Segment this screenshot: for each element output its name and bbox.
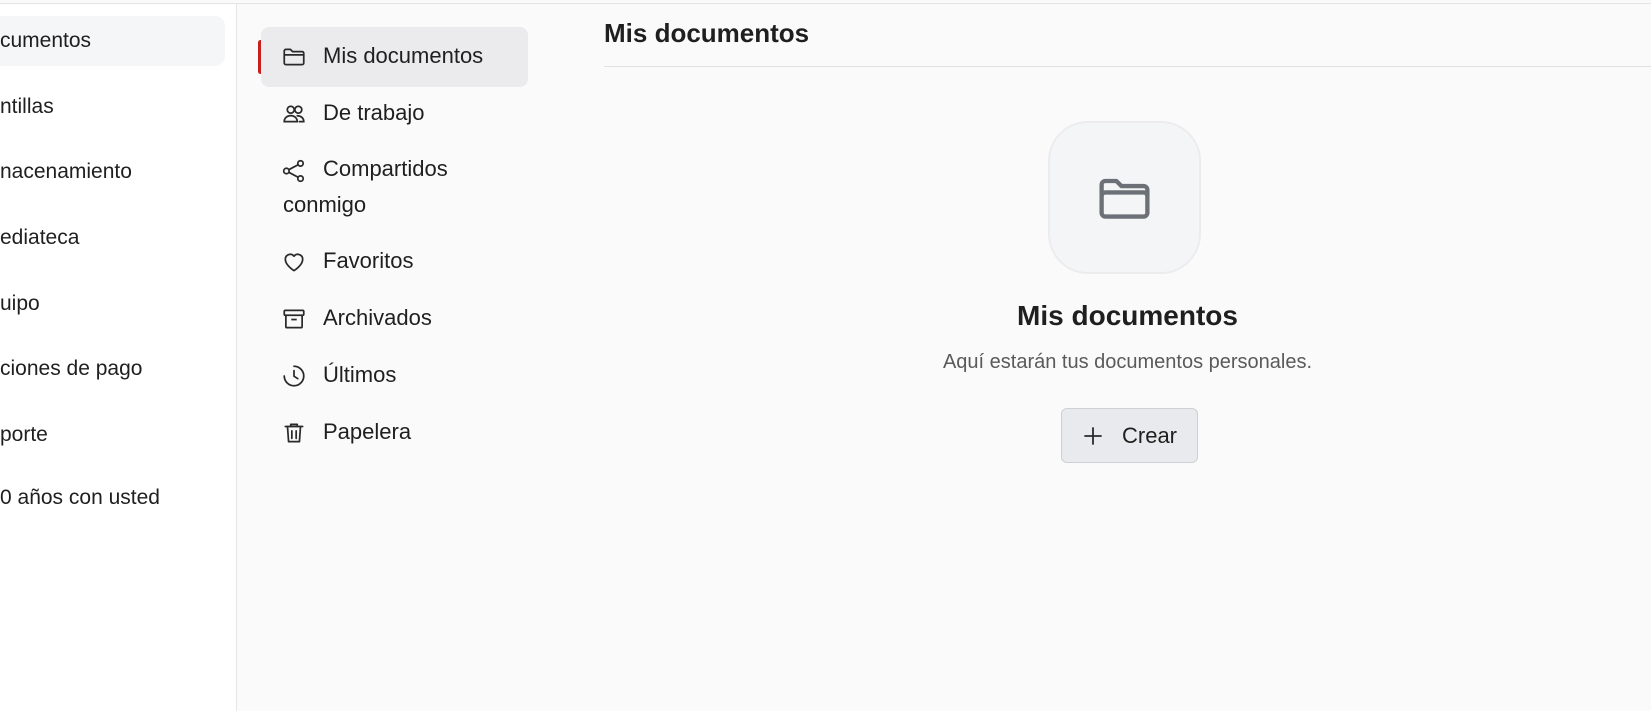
main-nav-label: uipo — [0, 292, 40, 315]
main-nav-label: nacenamiento — [0, 160, 132, 183]
clock-icon — [283, 365, 305, 387]
main-nav-support[interactable]: porte — [0, 410, 225, 460]
sidebar-item-label: Archivados — [323, 305, 432, 330]
main-sidebar: cumentos ntillas nacenamiento ediateca u… — [0, 4, 237, 711]
main-nav-anniversary[interactable]: 0 años con usted — [0, 473, 225, 523]
sidebar-item-label: De trabajo — [323, 100, 425, 125]
empty-state-icon-box — [1048, 121, 1201, 274]
main-nav-templates[interactable]: ntillas — [0, 82, 225, 132]
sidebar-item-label: Últimos — [323, 362, 397, 387]
main-nav-documents[interactable]: cumentos — [0, 16, 225, 66]
plus-icon — [1084, 427, 1102, 445]
sidebar-item-shared[interactable]: Compartidos conmigo — [261, 141, 528, 221]
main-nav-label: ntillas — [0, 95, 54, 118]
trash-icon — [284, 423, 304, 443]
sidebar-item-work[interactable]: De trabajo — [261, 84, 528, 142]
sidebar-item-trash[interactable]: Papelera — [261, 403, 528, 461]
create-button-label: Crear — [1122, 423, 1178, 448]
sidebar-item-label: Compartidos conmigo — [283, 156, 448, 217]
main-nav-label: cumentos — [0, 29, 92, 52]
title-divider — [604, 66, 1651, 67]
page-title: Mis documentos — [604, 18, 810, 48]
main-content: Mis documentos Mis documentos Aquí estar… — [604, 4, 1651, 711]
empty-state-title: Mis documentos — [1017, 300, 1238, 331]
folder-open-icon — [1099, 178, 1150, 219]
empty-state-subtitle: Aquí estarán tus documentos personales. — [942, 351, 1313, 373]
main-nav-team[interactable]: uipo — [0, 279, 225, 329]
folder-icon — [283, 48, 305, 66]
sidebar-item-favorites[interactable]: Favoritos — [261, 232, 528, 290]
heart-icon — [284, 253, 304, 272]
sidebar-item-recent[interactable]: Últimos — [261, 346, 528, 404]
main-nav-label: 0 años con usted — [0, 486, 160, 509]
users-icon — [283, 105, 305, 123]
main-nav-media[interactable]: ediateca — [0, 213, 225, 263]
sidebar-item-label: Papelera — [323, 419, 412, 444]
sidebar-item-label: Mis documentos — [323, 43, 484, 68]
create-button[interactable]: Crear — [1061, 408, 1198, 463]
sidebar-item-label: Favoritos — [323, 248, 414, 273]
main-nav-label: ediateca — [0, 226, 80, 249]
sidebar-item-archived[interactable]: Archivados — [261, 289, 528, 347]
archive-icon — [283, 309, 305, 329]
sidebar-item-my-documents[interactable]: Mis documentos — [261, 27, 528, 87]
documents-sidebar: Mis documentos De trabajo Compartidos co… — [238, 4, 538, 711]
main-nav-storage[interactable]: nacenamiento — [0, 147, 225, 197]
main-nav-label: ciones de pago — [0, 357, 143, 380]
main-nav-label: porte — [0, 423, 48, 446]
main-nav-payment[interactable]: ciones de pago — [0, 344, 225, 394]
